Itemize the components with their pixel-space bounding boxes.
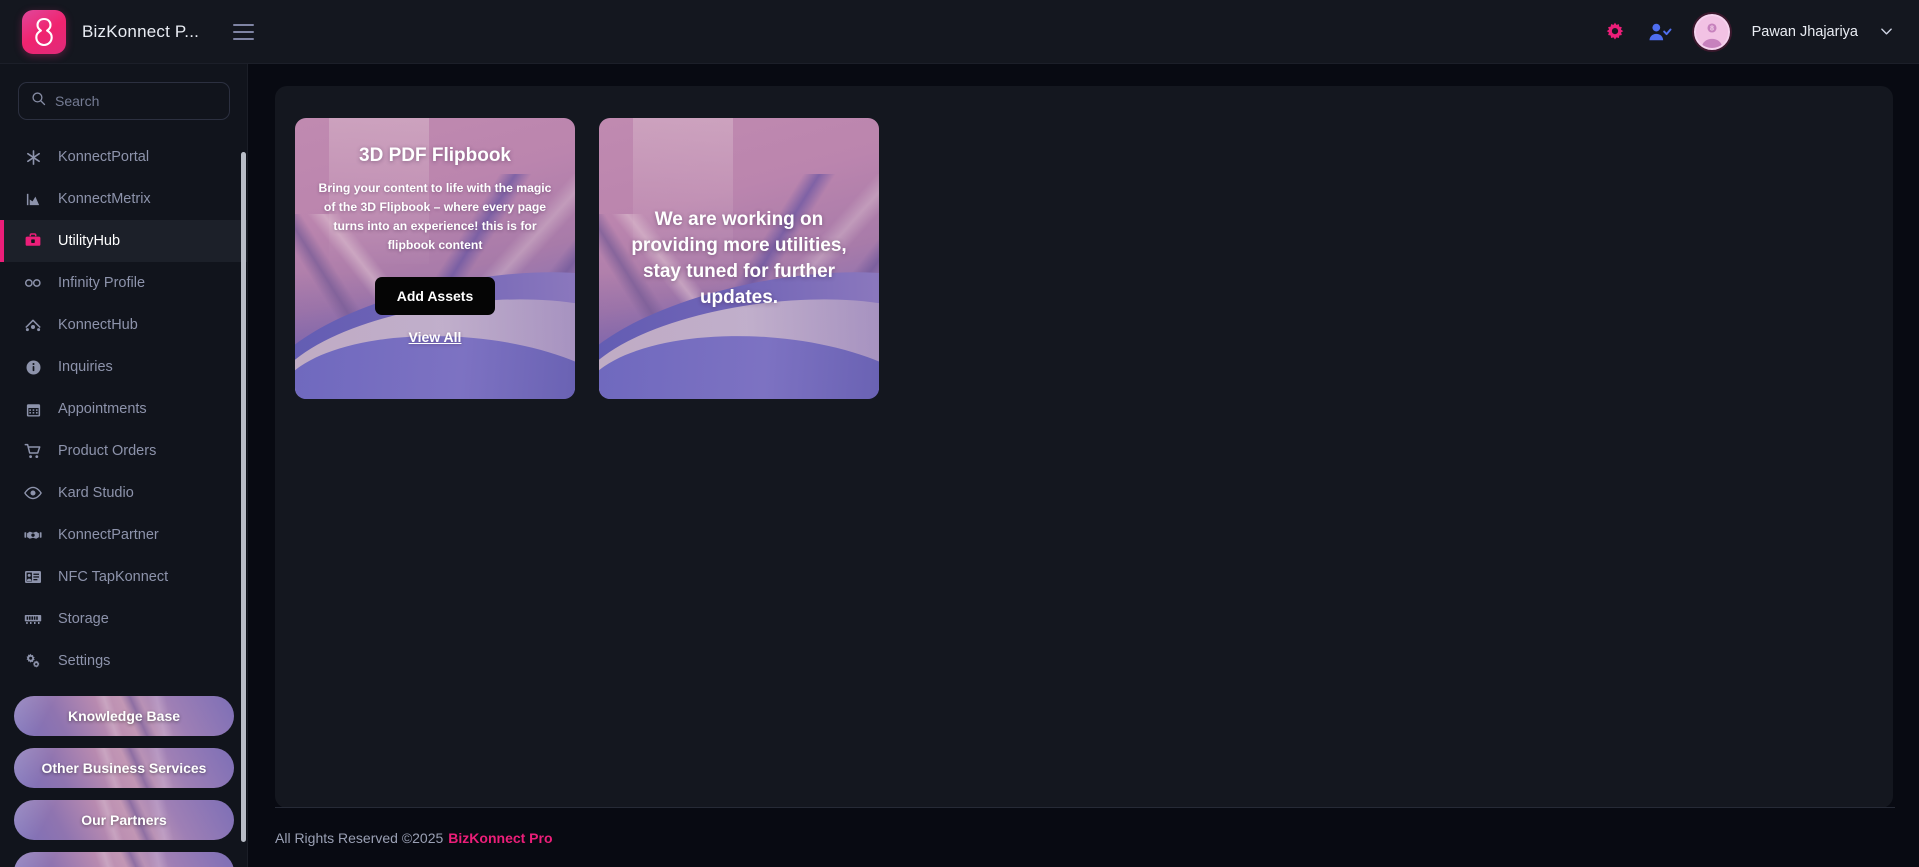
memory-chip-icon [24,610,42,628]
sidebar-item-label: UtilityHub [58,233,121,249]
bar-chart-icon [24,190,42,208]
view-all-link[interactable]: View All [409,329,462,345]
calendar-icon [24,400,42,418]
sidebar-search [0,64,248,128]
sidebar-item-label: KonnectMetrix [58,191,151,207]
search-box[interactable] [18,82,236,120]
sidebar-item-label: Inquiries [58,359,113,375]
sidebar-pill-button-partial[interactable] [14,852,234,867]
hamburger-icon[interactable] [229,20,258,44]
eye-icon [24,484,42,502]
sidebar-item-label: Settings [58,653,111,669]
svg-text:8: 8 [1710,24,1714,32]
gears-icon [24,652,42,670]
user-name: Pawan Jhajariya [1751,23,1858,40]
flipbook-card[interactable]: 3D PDF Flipbook Bring your content to li… [295,118,575,399]
sidebar-item-utilityhub[interactable]: UtilityHub [0,220,248,262]
footer-copyright: All Rights Reserved ©2025 [275,829,444,846]
sidebar-item-appointments[interactable]: Appointments [0,388,248,430]
sidebar-item-nfc-tapkonnect[interactable]: NFC TapKonnect [0,556,248,598]
add-assets-button[interactable]: Add Assets [374,277,496,315]
sidebar-divider [247,64,248,867]
info-circle-icon [24,358,42,376]
main-content: 3D PDF Flipbook Bring your content to li… [249,64,1919,867]
footer: All Rights Reserved ©2025 BizKonnect Pro [275,807,1895,867]
other-business-services-button[interactable]: Other Business Services [14,748,234,788]
pill-label: Our Partners [81,812,167,828]
app-logo-icon[interactable] [22,9,66,54]
toolbox-icon [24,232,42,250]
app-header: BizKonnect P... 8 Pawan Jhajariya [0,0,1919,64]
shopping-cart-icon [24,442,42,460]
coming-soon-card: We are working on providing more utiliti… [599,118,879,399]
sidebar-item-product-orders[interactable]: Product Orders [0,430,248,472]
app-title: BizKonnect P... [82,21,200,41]
chevron-down-icon[interactable] [1880,25,1893,38]
sidebar-item-label: Appointments [58,401,147,417]
network-hub-icon [24,316,42,334]
sidebar-scrollbar[interactable] [241,152,246,842]
card-title: 3D PDF Flipbook [359,145,511,166]
infinity-icon [24,274,42,292]
user-check-icon[interactable] [1648,21,1672,43]
sidebar-item-label: Kard Studio [58,485,134,501]
handshake-icon [24,526,42,544]
sidebar-item-label: KonnectPartner [58,527,159,543]
sidebar-item-konnectpartner[interactable]: KonnectPartner [0,514,248,556]
pill-label: Knowledge Base [67,708,181,724]
search-icon [31,91,46,111]
sidebar-item-settings[interactable]: Settings [0,640,248,682]
sidebar-pill-buttons: Knowledge Base Other Business Services O… [0,696,248,867]
search-input[interactable] [55,93,236,109]
sidebar-item-label: NFC TapKonnect [58,569,169,585]
sidebar-item-label: KonnectHub [58,317,138,333]
asterisk-icon [24,148,42,166]
brand: BizKonnect P... [0,9,258,54]
footer-brand-link[interactable]: BizKonnect Pro [448,830,552,846]
gear-icon[interactable] [1604,21,1626,43]
sidebar: KonnectPortal KonnectMetrix [0,64,248,867]
sidebar-item-label: Infinity Profile [58,275,146,291]
sidebar-item-konnectmetrix[interactable]: KonnectMetrix [0,178,248,220]
coming-soon-message: We are working on providing more utiliti… [631,208,847,308]
utility-card-row: 3D PDF Flipbook Bring your content to li… [295,118,1893,399]
header-actions: 8 Pawan Jhajariya [1604,13,1919,50]
sidebar-item-konnecthub[interactable]: KonnectHub [0,304,248,346]
sidebar-item-kard-studio[interactable]: Kard Studio [0,472,248,514]
avatar[interactable]: 8 [1693,13,1730,50]
sidebar-item-storage[interactable]: Storage [0,598,248,640]
content-panel: 3D PDF Flipbook Bring your content to li… [275,86,1893,808]
card-description: Bring your content to life with the magi… [318,181,552,252]
sidebar-nav: KonnectPortal KonnectMetrix UtilityHub I… [0,136,248,682]
sidebar-item-konnectportal[interactable]: KonnectPortal [0,136,248,178]
pill-label: Other Business Services [41,760,207,776]
knowledge-base-button[interactable]: Knowledge Base [14,696,234,736]
sidebar-item-label: Product Orders [58,443,157,459]
sidebar-item-inquiries[interactable]: Inquiries [0,346,248,388]
sidebar-item-infinity-profile[interactable]: Infinity Profile [0,262,248,304]
id-card-icon [24,568,42,586]
our-partners-button[interactable]: Our Partners [14,800,234,840]
sidebar-item-label: KonnectPortal [58,149,150,165]
sidebar-item-label: Storage [58,611,109,627]
